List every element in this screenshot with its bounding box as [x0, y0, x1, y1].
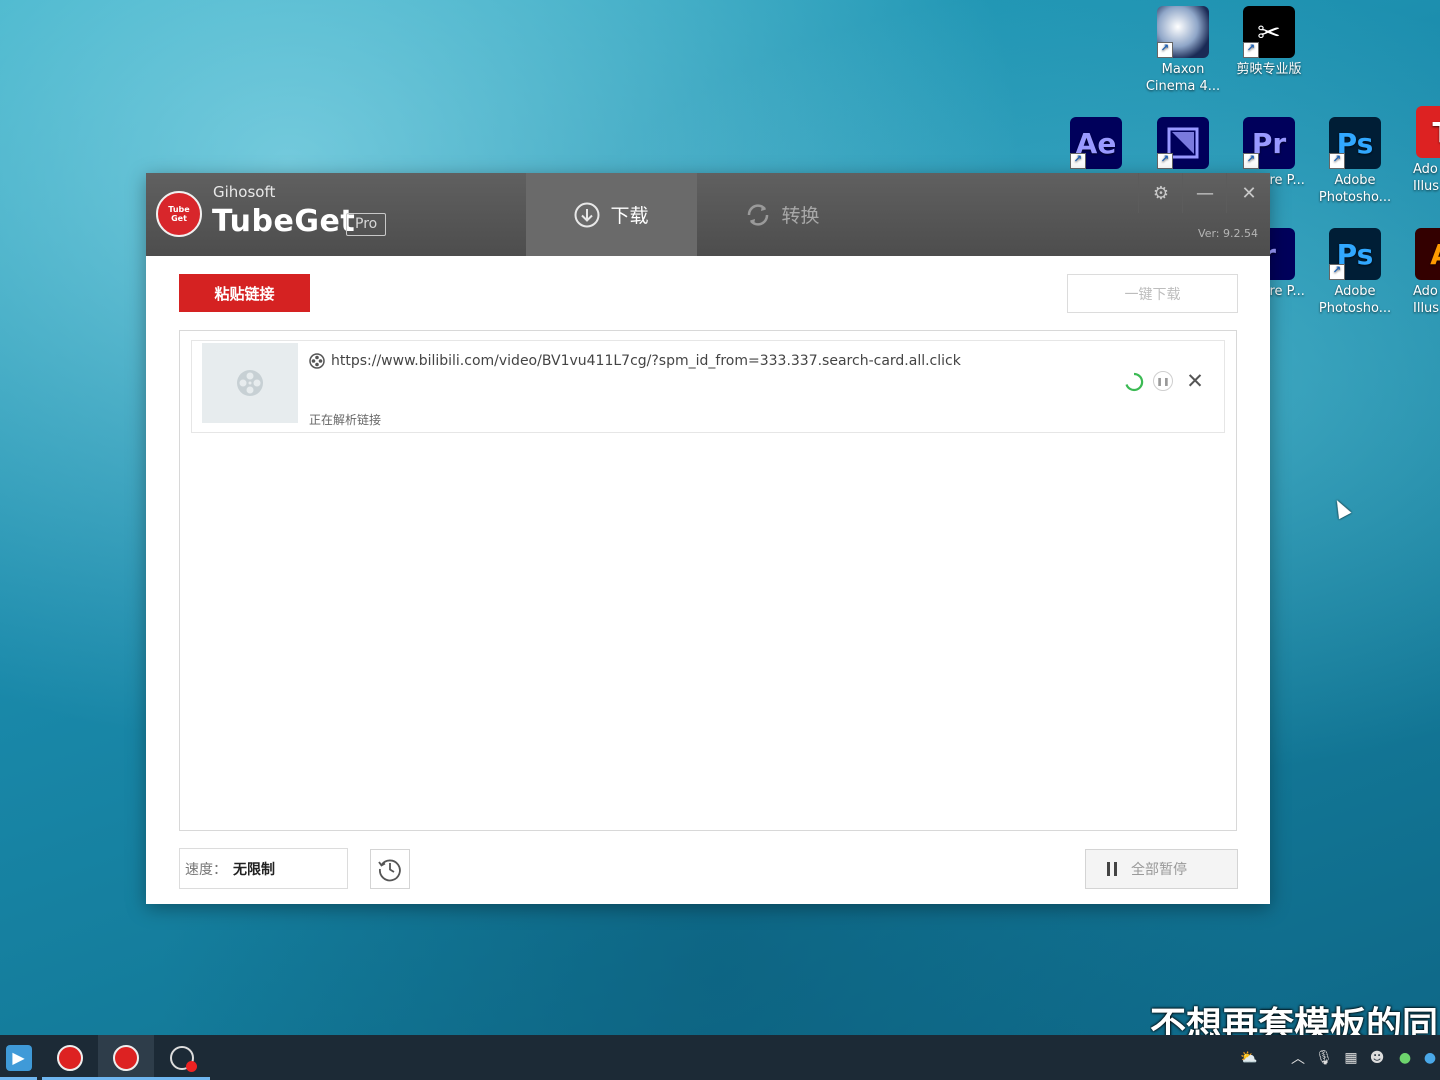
speed-label: 速度： — [185, 861, 227, 878]
history-clock-icon — [378, 859, 401, 882]
media-encoder-icon: ↗ — [1157, 117, 1209, 169]
microphone-icon[interactable]: 🎙 — [1314, 1035, 1334, 1080]
close-icon: ✕ — [1241, 182, 1257, 204]
cinema4d-icon: ↗ — [1157, 6, 1209, 58]
desktop-icon-label: Adobe Photosho... — [1318, 284, 1392, 316]
tray-expand-icon[interactable]: ︿ — [1288, 1035, 1308, 1080]
desktop-icon-photoshop[interactable]: Ps ↗ Adobe Photosho... — [1315, 117, 1395, 206]
desktop-icon-label: Maxon Cinema 4... — [1145, 62, 1221, 94]
video-thumbnail — [202, 343, 298, 423]
mouse-cursor-icon — [1330, 496, 1352, 520]
network-icon[interactable]: ● — [1420, 1035, 1440, 1080]
taskbar-recorder[interactable] — [154, 1035, 210, 1080]
taskbar-app-launcher[interactable]: ▶ — [0, 1035, 37, 1080]
tab-convert[interactable]: 转换 — [697, 173, 868, 256]
taskbar-tubeget-2[interactable] — [98, 1035, 154, 1080]
desktop-icon-label: Ado Illus — [1413, 162, 1440, 194]
desktop-icon-tubeget[interactable]: T Ado Illus — [1401, 106, 1440, 195]
gear-icon: ⚙ — [1152, 182, 1170, 204]
version-label: Ver: 9.2.54 — [1198, 227, 1258, 240]
tubeget-desktop-icon: T — [1416, 106, 1440, 158]
convert-icon — [748, 203, 769, 226]
after-effects-icon: Ae ↗ — [1070, 117, 1122, 169]
parse-status: 正在解析链接 — [309, 413, 382, 427]
premiere-icon: Pr ↗ — [1243, 117, 1295, 169]
brand-name: TubeGet — [212, 204, 356, 239]
taskbar: ▶ ⛅ ︿ 🎙 ▦ ☻ ● ● — [0, 1035, 1440, 1080]
title-bar[interactable]: Tube Get Gihosoft TubeGet Pro 下载 转换 ⚙ — … — [146, 173, 1270, 256]
photoshop-icon: Ps ↗ — [1329, 228, 1381, 280]
tray-weather-icon[interactable]: ⛅ — [1234, 1035, 1264, 1080]
download-icon — [574, 202, 600, 227]
history-button[interactable] — [370, 849, 410, 889]
close-icon: ✕ — [1186, 369, 1204, 393]
url-text: https://www.bilibili.com/video/BV1vu411L… — [331, 353, 961, 369]
taskbar-tubeget-1[interactable] — [42, 1035, 98, 1080]
download-list: https://www.bilibili.com/video/BV1vu411L… — [179, 330, 1237, 831]
pro-badge: Pro — [346, 213, 387, 236]
desktop-icon-label: Ado Illus — [1413, 284, 1440, 316]
tab-download[interactable]: 下载 — [526, 173, 697, 256]
settings-button[interactable]: ⚙ — [1138, 173, 1183, 213]
desktop-icon-illustrator[interactable]: A Ado Illus — [1401, 228, 1440, 317]
desktop-icon-label: Adobe Photosho... — [1318, 173, 1392, 205]
desktop-icon-cinema4d[interactable]: ↗ Maxon Cinema 4... — [1143, 6, 1223, 95]
pause-all-button[interactable]: 全部暂停 — [1085, 849, 1238, 889]
qq-icon[interactable]: ☻ — [1366, 1035, 1388, 1080]
paste-link-button[interactable]: 粘贴链接 — [179, 274, 310, 312]
video-url: https://www.bilibili.com/video/BV1vu411L… — [309, 353, 961, 369]
minimize-icon: — — [1196, 182, 1214, 204]
play-app-icon: ▶ — [5, 1044, 32, 1071]
recorder-icon — [170, 1045, 197, 1072]
speed-selector[interactable]: 速度： 无限制 — [179, 848, 348, 889]
tubeget-window: Tube Get Gihosoft TubeGet Pro 下载 转换 ⚙ — … — [146, 173, 1270, 904]
jianying-icon: ✂ ↗ — [1243, 6, 1295, 58]
pause-all-label: 全部暂停 — [1131, 862, 1187, 878]
tray-app-icon[interactable]: ▦ — [1340, 1035, 1362, 1080]
desktop-icon-photoshop-2[interactable]: Ps ↗ Adobe Photosho... — [1315, 228, 1395, 317]
tubeget-icon — [57, 1044, 83, 1071]
desktop-icon-media-encoder[interactable]: ↗ — [1143, 117, 1223, 172]
one-click-download-button[interactable]: 一键下载 — [1067, 274, 1238, 313]
illustrator-icon: A — [1415, 228, 1440, 280]
list-item: https://www.bilibili.com/video/BV1vu411L… — [191, 340, 1225, 433]
pause-icon: ❚❚ — [1156, 376, 1170, 386]
desktop-icon-jianying[interactable]: ✂ ↗ 剪映专业版 — [1229, 6, 1309, 78]
item-remove-button[interactable]: ✕ — [1184, 369, 1206, 393]
close-button[interactable]: ✕ — [1226, 173, 1271, 213]
loading-spinner-icon — [1125, 372, 1144, 392]
film-reel-icon — [309, 353, 325, 369]
tubeget-logo-icon: Tube Get — [156, 191, 202, 237]
minimize-button[interactable]: — — [1182, 173, 1227, 213]
pause-icon — [1107, 862, 1117, 876]
tab-label: 下载 — [610, 205, 649, 227]
brand-company: Gihosoft — [213, 183, 276, 201]
film-reel-icon — [237, 370, 263, 396]
item-pause-button[interactable]: ❚❚ — [1153, 371, 1173, 391]
desktop-icon-label: 剪映专业版 — [1236, 62, 1302, 77]
tab-label: 转换 — [781, 205, 820, 227]
speed-value: 无限制 — [233, 861, 275, 878]
wechat-icon[interactable]: ● — [1394, 1035, 1416, 1080]
desktop-icon-after-effects[interactable]: Ae ↗ — [1056, 117, 1136, 172]
photoshop-icon: Ps ↗ — [1329, 117, 1381, 169]
tubeget-icon — [113, 1044, 139, 1071]
